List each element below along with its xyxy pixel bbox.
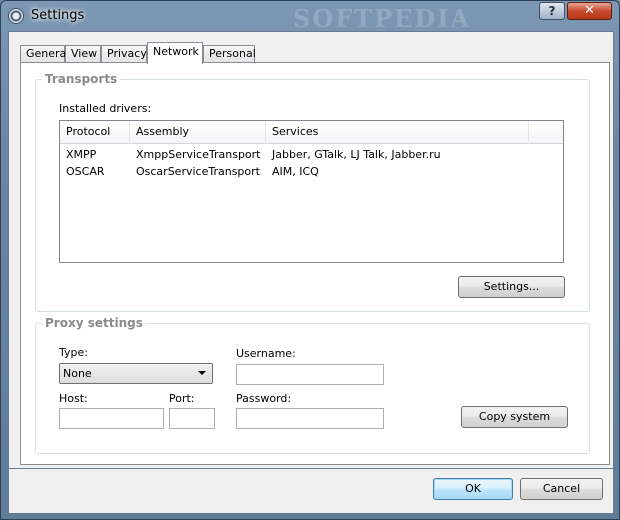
drivers-list-header: Protocol Assembly Services: [60, 121, 563, 144]
password-field[interactable]: [236, 408, 384, 429]
assembly-cell: OscarServiceTransport: [136, 165, 260, 178]
password-label: Password:: [236, 392, 292, 405]
type-label: Type:: [59, 346, 88, 359]
help-button[interactable]: ?: [539, 2, 565, 20]
network-tab-panel: Transports Installed drivers: Protocol A…: [20, 62, 610, 465]
copy-system-button[interactable]: Copy system: [461, 406, 568, 428]
services-cell: AIM, ICQ: [272, 165, 319, 178]
proxy-type-value: None: [63, 367, 92, 380]
title-bar[interactable]: Settings SOFTPEDIA ? ✕: [1, 1, 619, 33]
proxy-settings-group: Proxy settings: [35, 316, 590, 454]
window-title: Settings: [31, 8, 85, 23]
username-field[interactable]: [236, 364, 384, 385]
username-label: Username:: [236, 347, 296, 360]
dialog-footer: OK Cancel: [8, 469, 614, 514]
transport-settings-button[interactable]: Settings...: [458, 276, 565, 298]
dialog-client-area: General View Privacy Network Personal Tr…: [8, 31, 614, 469]
cancel-button[interactable]: Cancel: [520, 478, 603, 500]
settings-window: Settings SOFTPEDIA ? ✕ General View Priv…: [0, 0, 620, 520]
table-row[interactable]: XMPP XmppServiceTransport Jabber, GTalk,…: [60, 146, 563, 163]
transports-group-title: Transports: [42, 72, 121, 86]
column-header-assembly[interactable]: Assembly: [130, 121, 266, 144]
close-button[interactable]: ✕: [567, 2, 612, 20]
port-field[interactable]: [169, 408, 215, 429]
host-field[interactable]: [59, 408, 164, 429]
column-header-services[interactable]: Services: [266, 121, 529, 144]
table-row[interactable]: OSCAR OscarServiceTransport AIM, ICQ: [60, 163, 563, 180]
ok-button[interactable]: OK: [433, 478, 513, 500]
protocol-cell: XMPP: [66, 148, 97, 161]
tab-general[interactable]: General: [20, 45, 69, 63]
drivers-list[interactable]: Protocol Assembly Services XMPP XmppServ…: [59, 120, 564, 263]
protocol-cell: OSCAR: [66, 165, 105, 178]
proxy-settings-group-title: Proxy settings: [42, 316, 146, 330]
services-cell: Jabber, GTalk, LJ Talk, Jabber.ru: [272, 148, 441, 161]
column-header-protocol[interactable]: Protocol: [60, 121, 130, 144]
tab-network[interactable]: Network: [147, 42, 203, 64]
tab-privacy[interactable]: Privacy: [101, 45, 147, 63]
chevron-down-icon: [198, 371, 206, 375]
tab-view[interactable]: View: [65, 45, 101, 63]
assembly-cell: XmppServiceTransport: [136, 148, 261, 161]
watermark: SOFTPEDIA: [293, 4, 472, 33]
port-label: Port:: [169, 392, 195, 405]
installed-drivers-label: Installed drivers:: [59, 102, 152, 115]
app-icon: [8, 8, 24, 24]
proxy-type-select[interactable]: None: [59, 363, 213, 384]
host-label: Host:: [59, 392, 88, 405]
tab-personal[interactable]: Personal: [203, 45, 256, 63]
